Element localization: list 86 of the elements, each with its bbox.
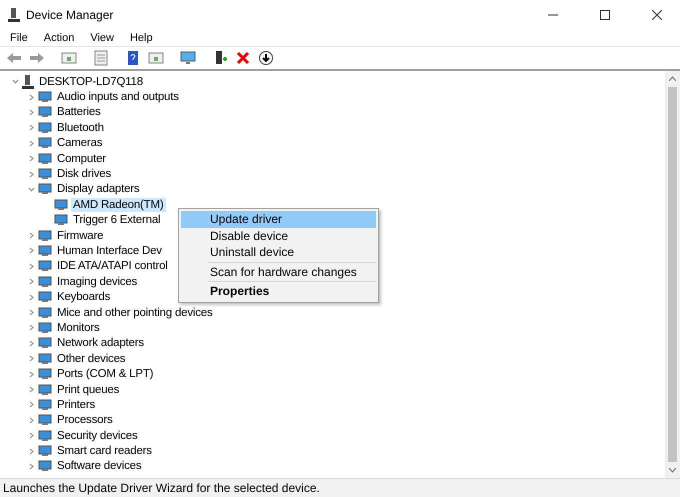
chevron-right-icon[interactable] xyxy=(28,416,34,424)
device-icon xyxy=(38,244,52,257)
chevron-right-icon[interactable] xyxy=(28,355,34,362)
tree-item[interactable]: Cameras xyxy=(55,136,104,150)
tree-item[interactable]: Monitors xyxy=(55,320,102,335)
device-icon xyxy=(38,122,52,134)
chevron-down-icon[interactable] xyxy=(28,186,34,193)
chevron-right-icon[interactable] xyxy=(28,370,34,378)
chevron-right-icon[interactable] xyxy=(28,386,34,393)
tree-item[interactable]: Human Interface Dev xyxy=(55,244,164,258)
tree-item[interactable]: Trigger 6 External xyxy=(71,213,162,228)
chevron-right-icon[interactable] xyxy=(28,432,34,440)
chevron-right-icon[interactable] xyxy=(28,401,34,408)
device-icon xyxy=(38,152,52,165)
chevron-right-icon[interactable] xyxy=(28,294,34,301)
device-icon xyxy=(38,306,52,319)
tree-item[interactable]: Printers xyxy=(55,398,98,412)
chevron-right-icon[interactable] xyxy=(28,124,34,132)
tree-item[interactable]: DESKTOP-LD7Q118 xyxy=(37,74,145,89)
menu-item[interactable]: File xyxy=(2,30,36,46)
scroll-up-icon[interactable] xyxy=(669,76,676,81)
tree-item[interactable]: Security devices xyxy=(55,428,140,443)
tree-item[interactable]: Smart card readers xyxy=(55,444,154,458)
close-icon xyxy=(652,10,662,20)
device-icon xyxy=(38,276,52,288)
scrollbar[interactable] xyxy=(665,71,680,478)
tree-item[interactable]: Software devices xyxy=(55,459,144,474)
tree-item[interactable]: Audio inputs and outputs xyxy=(55,90,181,104)
menu-item[interactable]: Help xyxy=(122,30,161,46)
tree-item[interactable]: Firmware xyxy=(55,228,106,243)
chevron-right-icon[interactable] xyxy=(28,140,34,147)
chevron-right-icon[interactable] xyxy=(28,155,34,162)
device-icon xyxy=(38,368,52,380)
device-icon xyxy=(38,460,52,472)
device-icon xyxy=(38,291,52,304)
tree-item[interactable]: Ports (COM & LPT) xyxy=(55,367,156,382)
tree-item[interactable]: Disk drives xyxy=(55,167,114,182)
menu-item[interactable]: Action xyxy=(36,30,82,46)
chevron-right-icon[interactable] xyxy=(28,340,34,347)
maximize-icon xyxy=(600,10,610,20)
tree-item[interactable]: Keyboards xyxy=(55,290,112,304)
status-text: Launches the Update Driver Wizard for the selected device. xyxy=(3,481,320,495)
menu-option[interactable]: Uninstall device xyxy=(181,244,376,260)
chevron-down-icon[interactable] xyxy=(12,78,18,86)
device-icon xyxy=(38,384,52,396)
device-icon xyxy=(38,430,52,442)
tree-item[interactable]: AMD Radeon(TM) xyxy=(71,198,166,212)
computer-icon xyxy=(22,74,34,89)
computer-icon xyxy=(8,8,20,22)
device-icon xyxy=(38,91,52,104)
tree-item[interactable]: Batteries xyxy=(55,105,103,120)
menu-option[interactable]: Update driver xyxy=(181,211,376,228)
tree-item[interactable]: Other devices xyxy=(55,352,128,366)
device-icon xyxy=(38,322,52,334)
chevron-right-icon[interactable] xyxy=(28,170,34,178)
device-icon xyxy=(38,414,52,426)
chevron-right-icon[interactable] xyxy=(28,262,34,270)
device-icon xyxy=(38,230,52,242)
tree-item[interactable]: Mice and other pointing devices xyxy=(55,306,215,320)
device-icon xyxy=(38,337,52,350)
menu-item[interactable]: View xyxy=(82,30,122,46)
device-icon xyxy=(54,214,68,226)
tree-item[interactable]: IDE ATA/ATAPI control xyxy=(55,259,170,274)
device-icon xyxy=(54,198,68,211)
tree-item[interactable]: Computer xyxy=(55,152,108,166)
chevron-right-icon[interactable] xyxy=(28,278,34,286)
device-icon xyxy=(38,398,52,411)
menu-option[interactable]: Properties xyxy=(181,283,376,300)
window-title: Device Manager xyxy=(26,8,114,22)
tree-item[interactable]: Processors xyxy=(55,413,115,428)
scroll-down-icon[interactable] xyxy=(669,468,676,473)
device-icon xyxy=(38,183,52,196)
device-icon xyxy=(38,445,52,458)
tree-item[interactable]: Network adapters xyxy=(55,336,146,350)
menu-option[interactable]: Disable device xyxy=(181,228,376,244)
download-icon[interactable] xyxy=(256,48,276,68)
tree-item[interactable]: Bluetooth xyxy=(55,120,106,135)
device-icon xyxy=(38,168,52,180)
tree-item[interactable]: Display adapters xyxy=(55,182,142,196)
device-icon xyxy=(38,352,52,365)
tree-item[interactable]: Print queues xyxy=(55,382,122,396)
menu-option[interactable]: Scan for hardware changes xyxy=(181,264,376,280)
device-icon xyxy=(38,137,52,150)
device-icon xyxy=(38,106,52,118)
tree-item[interactable]: Imaging devices xyxy=(55,274,140,289)
device-icon xyxy=(38,260,52,272)
